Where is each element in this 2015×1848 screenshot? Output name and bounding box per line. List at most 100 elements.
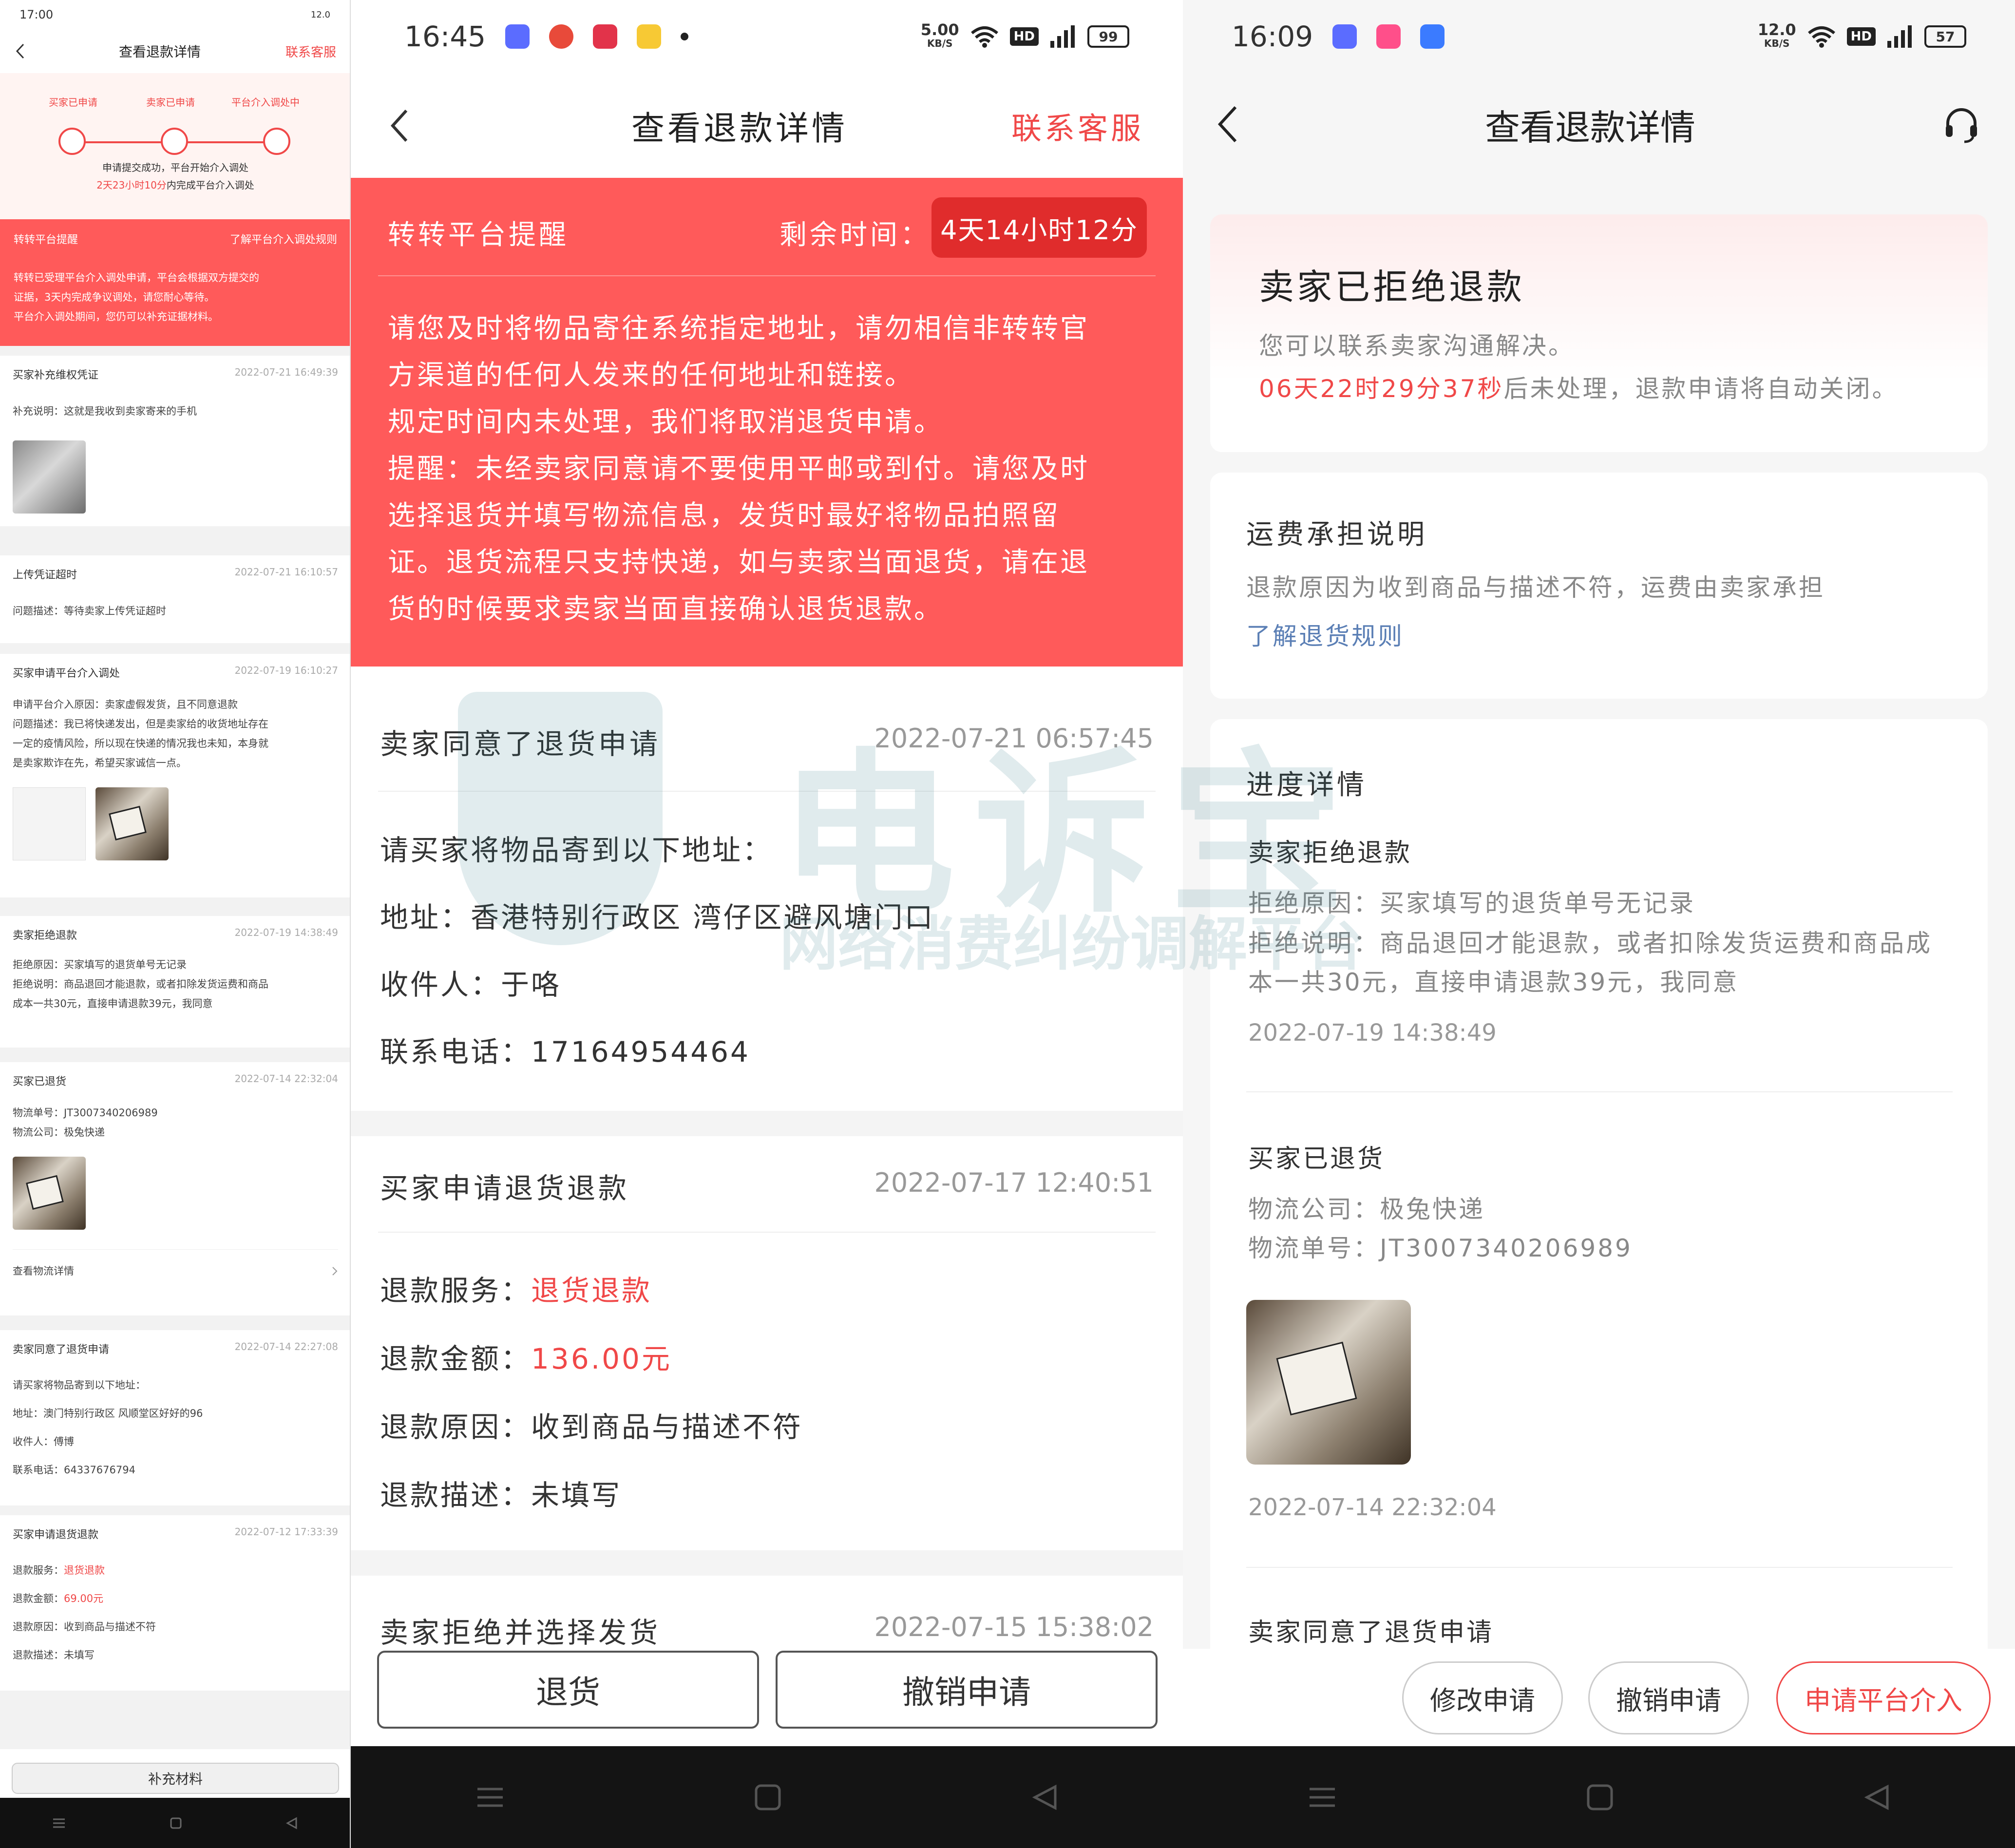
supplement-material-button[interactable]: 补充材料 (12, 1763, 339, 1794)
evidence-photos (13, 787, 338, 860)
back-icon[interactable] (15, 43, 34, 59)
menu-icon[interactable] (1308, 1785, 1337, 1810)
card-body: 物流单号：JT3007340206989 物流公司：极兔快递 (13, 1103, 338, 1142)
banner-text: 请您及时将物品寄往系统指定地址，请勿相信非转转官 方渠道的任何人发来的任何地址和… (388, 305, 1089, 633)
banner-title: 转转平台提醒 (14, 234, 78, 246)
card-line: 退款描述：未填写 (13, 1649, 95, 1661)
timeline-card: 上传凭证超时 2022-07-21 16:10:57 问题描述：等待卖家上传凭证超… (0, 555, 350, 643)
section-time: 2022-07-15 15:38:02 (874, 1612, 1154, 1642)
back-nav-icon[interactable] (1031, 1784, 1058, 1811)
screen-right: 16:09 12.0 KB/S HD 57 查看退款详情 卖家已拒绝退款 您可以联… (1183, 0, 2015, 1848)
remaining-time-label: 剩余时间： (779, 219, 931, 251)
cancel-request-button[interactable]: 撤销申请 (776, 1651, 1158, 1729)
timeline-section: 卖家拒绝并选择发货 2022-07-15 15:38:02 (351, 1576, 1183, 1649)
modify-request-button[interactable]: 修改申请 (1402, 1661, 1563, 1734)
banner-line: 请您及时将物品寄往系统指定地址，请勿相信非转转官 (388, 313, 1089, 344)
event-line: 物流单号：JT3007340206989 (1248, 1234, 1633, 1262)
event-line: 本一共30元，直接申请退款39元，我同意 (1248, 968, 1739, 996)
refund-service-value: 退货退款 (64, 1564, 105, 1576)
customer-service-headset-icon[interactable] (1942, 105, 1981, 144)
card-line: 补充说明：这就是我收到卖家寄来的手机 (13, 405, 197, 417)
banner-line: 货的时候要求卖家当面直接确认退货退款。 (388, 593, 943, 625)
return-goods-button[interactable]: 退货 (377, 1651, 759, 1729)
evidence-photo[interactable] (95, 787, 169, 860)
card-title: 上传凭证超时 (13, 569, 77, 581)
app-notification-icon (549, 24, 574, 49)
menu-icon[interactable] (52, 1817, 66, 1829)
section-gap (351, 1550, 1183, 1576)
banner-line: 平台介入调处期间，您仍可以补充证据材料。 (14, 311, 218, 323)
status-net: 12.0 (310, 9, 330, 20)
return-rules-link[interactable]: 了解退货规则 (1246, 617, 1404, 652)
countdown-suffix: 后未处理，退款申请将自动关闭。 (1503, 375, 1899, 403)
refund-desc-line: 退款描述：未填写 (380, 1479, 622, 1512)
card-line: 物流公司：极兔快递 (13, 1126, 105, 1138)
divider (378, 1232, 1156, 1233)
bottom-action-bar: 退货 撤销申请 (351, 1649, 1183, 1746)
card-line: 拒绝原因：买家填写的退货单号无记录 (13, 959, 187, 971)
back-icon[interactable] (390, 109, 409, 143)
timeline-card: 买家已退货 2022-07-14 22:32:04 物流单号：JT30073402… (0, 1062, 350, 1315)
more-notifications-dot (681, 33, 689, 40)
contact-service-link[interactable]: 联系客服 (1011, 104, 1144, 148)
card-line: 问题描述：等待卖家上传凭证超时 (13, 605, 166, 617)
app-notification-icon (637, 24, 662, 49)
cancel-request-button[interactable]: 撤销申请 (1588, 1661, 1749, 1734)
timeline-card: 卖家拒绝退款 2022-07-19 14:38:49 拒绝原因：买家填写的退货单号… (0, 916, 350, 1048)
package-photo[interactable] (13, 1157, 86, 1230)
timeline-card: 买家补充维权凭证 2022-07-21 16:49:39 补充说明：这就是我收到卖… (0, 356, 350, 526)
home-icon[interactable] (1586, 1784, 1614, 1811)
refund-service-line: 退款服务：退货退款 (380, 1268, 652, 1309)
card-header: 卖家同意了退货申请 2022-07-14 22:27:08 (13, 1341, 338, 1356)
timeline-section: 买家申请退货退款 2022-07-17 12:40:51 退款服务：退货退款 退… (351, 1136, 1183, 1550)
progress-card: 进度详情 卖家拒绝退款 拒绝原因：买家填写的退货单号无记录 拒绝说明：商品退回才… (1210, 719, 1988, 1674)
evidence-screenshot[interactable] (13, 787, 86, 860)
home-icon[interactable] (754, 1784, 781, 1811)
net-speed-value: 12.0 (1757, 20, 1796, 39)
banner-rules-link[interactable]: 了解平台介入调处规则 (230, 231, 337, 247)
card-time: 2022-07-14 22:32:04 (234, 1073, 338, 1085)
page-title: 查看退款详情 (631, 110, 848, 148)
back-nav-icon[interactable] (1863, 1784, 1890, 1811)
card-line: 物流单号：JT3007340206989 (13, 1107, 158, 1119)
progress-steps: 买家已申请 卖家已申请 平台介入调处中 申请提交成功，平台开始介入调处 2天23… (0, 73, 350, 219)
home-icon[interactable] (170, 1817, 182, 1829)
contact-service-link[interactable]: 联系客服 (285, 42, 336, 60)
step-note-2: 2天23小时10分内完成平台介入调处 (0, 177, 350, 191)
card-title: 买家已退货 (13, 1076, 67, 1088)
card-time: 2022-07-21 16:10:57 (234, 566, 338, 578)
card-line: 成本一共30元，直接申请退款39元，我同意 (13, 998, 213, 1010)
nav-header: 查看退款详情 联系客服 (0, 29, 350, 73)
back-nav-icon[interactable] (285, 1816, 298, 1829)
back-icon[interactable] (1217, 105, 1238, 143)
evidence-photo[interactable] (13, 440, 86, 514)
nav-header: 查看退款详情 (1183, 73, 2015, 175)
hd-icon: HD (1009, 27, 1039, 46)
menu-icon[interactable] (475, 1785, 505, 1810)
banner-line: 提醒：未经卖家同意请不要使用平邮或到付。请您及时 (388, 453, 1089, 485)
card-body: 拒绝原因：买家填写的退货单号无记录 拒绝说明：商品退回才能退款，或者扣除发货运费… (13, 955, 338, 1013)
step-note-suffix: 内完成平台介入调处 (166, 179, 254, 191)
request-platform-intervention-button[interactable]: 申请平台介入 (1776, 1661, 1991, 1734)
shipping-fee-card: 运费承担说明 退款原因为收到商品与描述不符，运费由卖家承担 了解退货规则 (1210, 473, 1988, 699)
card-header: 买家申请平台介入调处 2022-07-19 16:10:27 (13, 665, 338, 680)
card-time: 2022-07-19 14:38:49 (234, 927, 338, 938)
status-left: 16:45 (404, 20, 689, 53)
card-line: 退款服务：退货退款 (13, 1556, 338, 1584)
refund-amount-value: 136.00元 (531, 1342, 672, 1375)
banner-line: 证据，3天内完成争议调处，请您耐心等待。 (14, 291, 215, 303)
section-time: 2022-07-17 12:40:51 (874, 1167, 1154, 1198)
step-1-label: 买家已申请 (49, 96, 97, 108)
banner-line: 证。退货流程只支持快递，如与卖家当面退货，请在退 (388, 547, 1089, 578)
package-photo[interactable] (1246, 1300, 1411, 1465)
phone-line: 联系电话：17164954464 (380, 1035, 750, 1068)
logistics-link-label: 查看物流详情 (13, 1265, 74, 1277)
banner-line: 转转已受理平台介入调处申请，平台会根据双方提交的 (14, 272, 259, 284)
event-time: 2022-07-19 14:38:49 (1248, 1019, 1497, 1047)
nav-header: 查看退款详情 联系客服 (351, 73, 1183, 178)
card-body: 退款服务：退货退款 退款金额：69.00元 退款原因：收到商品与描述不符 退款描… (13, 1556, 338, 1669)
net-speed: 5.00 KB/S (921, 22, 959, 50)
card-time: 2022-07-19 16:10:27 (234, 665, 338, 676)
app-notification-icon (1420, 24, 1445, 49)
logistics-detail-link[interactable]: 查看物流详情 (13, 1249, 338, 1281)
